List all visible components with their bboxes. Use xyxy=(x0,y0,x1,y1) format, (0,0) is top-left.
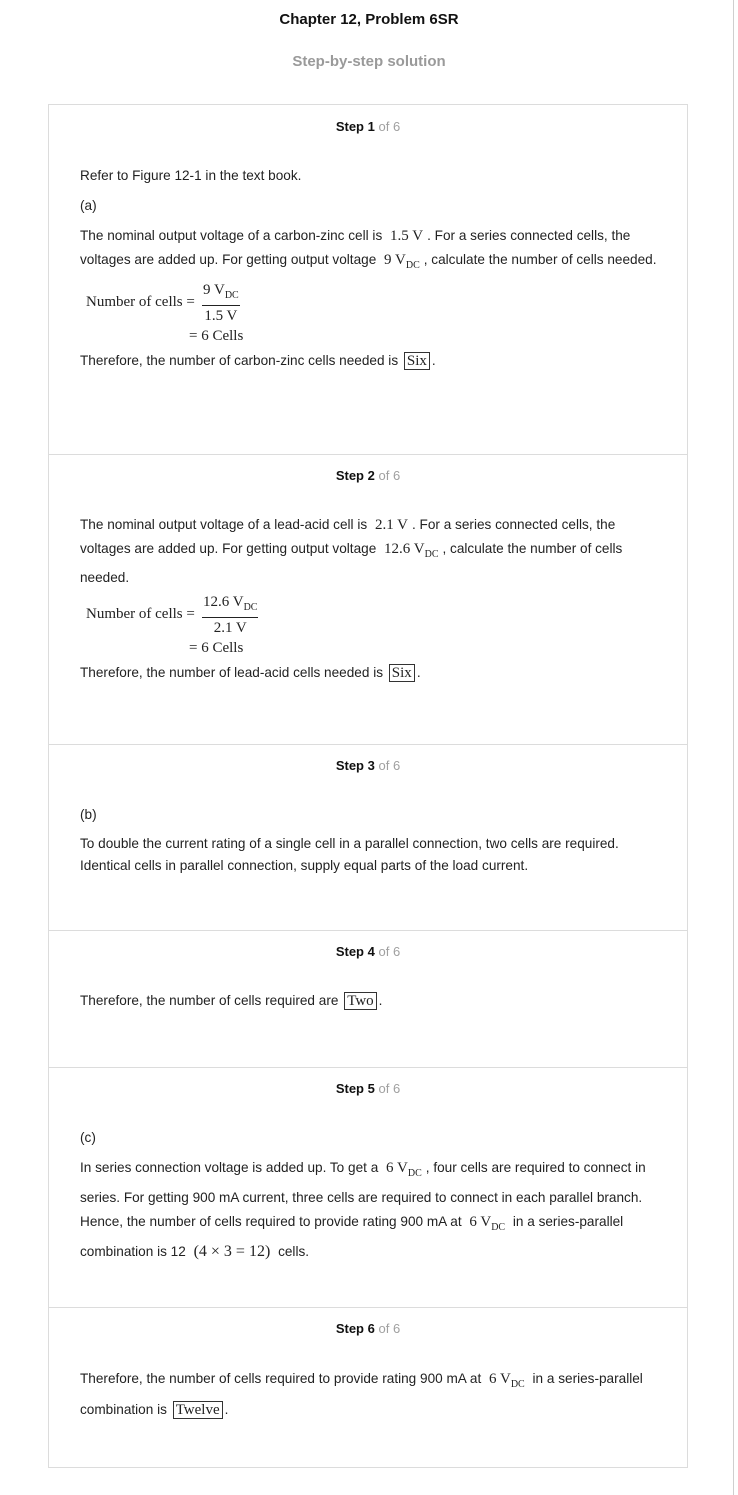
step-label: Step 3 xyxy=(335,758,375,773)
step-2: Step 2 of 6 The nominal output voltage o… xyxy=(49,454,687,745)
answer-box: Six xyxy=(403,352,430,370)
step-header: Step 4 of 6 xyxy=(49,944,687,959)
step-label: Step 6 xyxy=(335,1321,375,1336)
step-header: Step 2 of 6 xyxy=(49,468,687,483)
scrollbar-edge xyxy=(733,0,734,1495)
paragraph: To double the current rating of a single… xyxy=(80,836,619,873)
step-label: Step 2 xyxy=(335,468,375,483)
part-label: (a) xyxy=(80,198,97,213)
step-6: Step 6 of 6 Therefore, the number of cel… xyxy=(49,1307,687,1467)
step-content: The nominal output voltage of a lead-aci… xyxy=(80,513,660,685)
conclusion: Therefore, the number of cells required … xyxy=(80,992,383,1010)
step-5: Step 5 of 6 (c) In series connection vol… xyxy=(49,1067,687,1308)
step-of: of 6 xyxy=(378,119,401,134)
step-3: Step 3 of 6 (b) To double the current ra… xyxy=(49,744,687,931)
step-label: Step 4 xyxy=(335,944,375,959)
paragraph: In series connection voltage is added up… xyxy=(80,1160,646,1260)
step-4: Step 4 of 6 Therefore, the number of cel… xyxy=(49,930,687,1068)
step-content: Therefore, the number of cells required … xyxy=(80,989,660,1013)
solution-subtitle: Step-by-step solution xyxy=(292,53,446,70)
equation: Number of cells = 9 VDC 1.5 V = 6 Cells xyxy=(86,282,244,344)
step-content: Refer to Figure 12-1 in the text book. (… xyxy=(80,164,660,373)
step-1: Step 1 of 6 Refer to Figure 12-1 in the … xyxy=(49,105,687,455)
part-label: (b) xyxy=(80,807,97,822)
equation: Number of cells = 12.6 VDC 2.1 V = 6 Cel… xyxy=(86,594,259,656)
step-of: of 6 xyxy=(378,944,401,959)
conclusion: Therefore, the number of carbon-zinc cel… xyxy=(80,352,436,370)
step-header: Step 6 of 6 xyxy=(49,1321,687,1336)
step-content: (b) To double the current rating of a si… xyxy=(80,803,660,877)
step-of: of 6 xyxy=(378,468,401,483)
answer-box: Six xyxy=(388,664,415,682)
step-header: Step 1 of 6 xyxy=(49,119,687,134)
solution-panel: Step 1 of 6 Refer to Figure 12-1 in the … xyxy=(48,104,688,1468)
paragraph: The nominal output voltage of a lead-aci… xyxy=(80,517,623,585)
conclusion: Therefore, the number of lead-acid cells… xyxy=(80,664,421,682)
paragraph: The nominal output voltage of a carbon-z… xyxy=(80,228,657,271)
paragraph: Refer to Figure 12-1 in the text book. xyxy=(80,168,302,183)
step-content: (c) In series connection voltage is adde… xyxy=(80,1126,660,1264)
step-label: Step 5 xyxy=(335,1081,375,1096)
conclusion: Therefore, the number of cells required … xyxy=(80,1371,643,1419)
answer-box: Two xyxy=(344,992,377,1010)
step-header: Step 5 of 6 xyxy=(49,1081,687,1096)
answer-box: Twelve xyxy=(172,1401,223,1419)
step-label: Step 1 xyxy=(335,119,375,134)
step-of: of 6 xyxy=(378,1321,401,1336)
part-label: (c) xyxy=(80,1130,96,1145)
step-content: Therefore, the number of cells required … xyxy=(80,1366,660,1423)
step-header: Step 3 of 6 xyxy=(49,758,687,773)
step-of: of 6 xyxy=(378,1081,401,1096)
step-of: of 6 xyxy=(378,758,401,773)
page-title: Chapter 12, Problem 6SR xyxy=(279,11,459,28)
